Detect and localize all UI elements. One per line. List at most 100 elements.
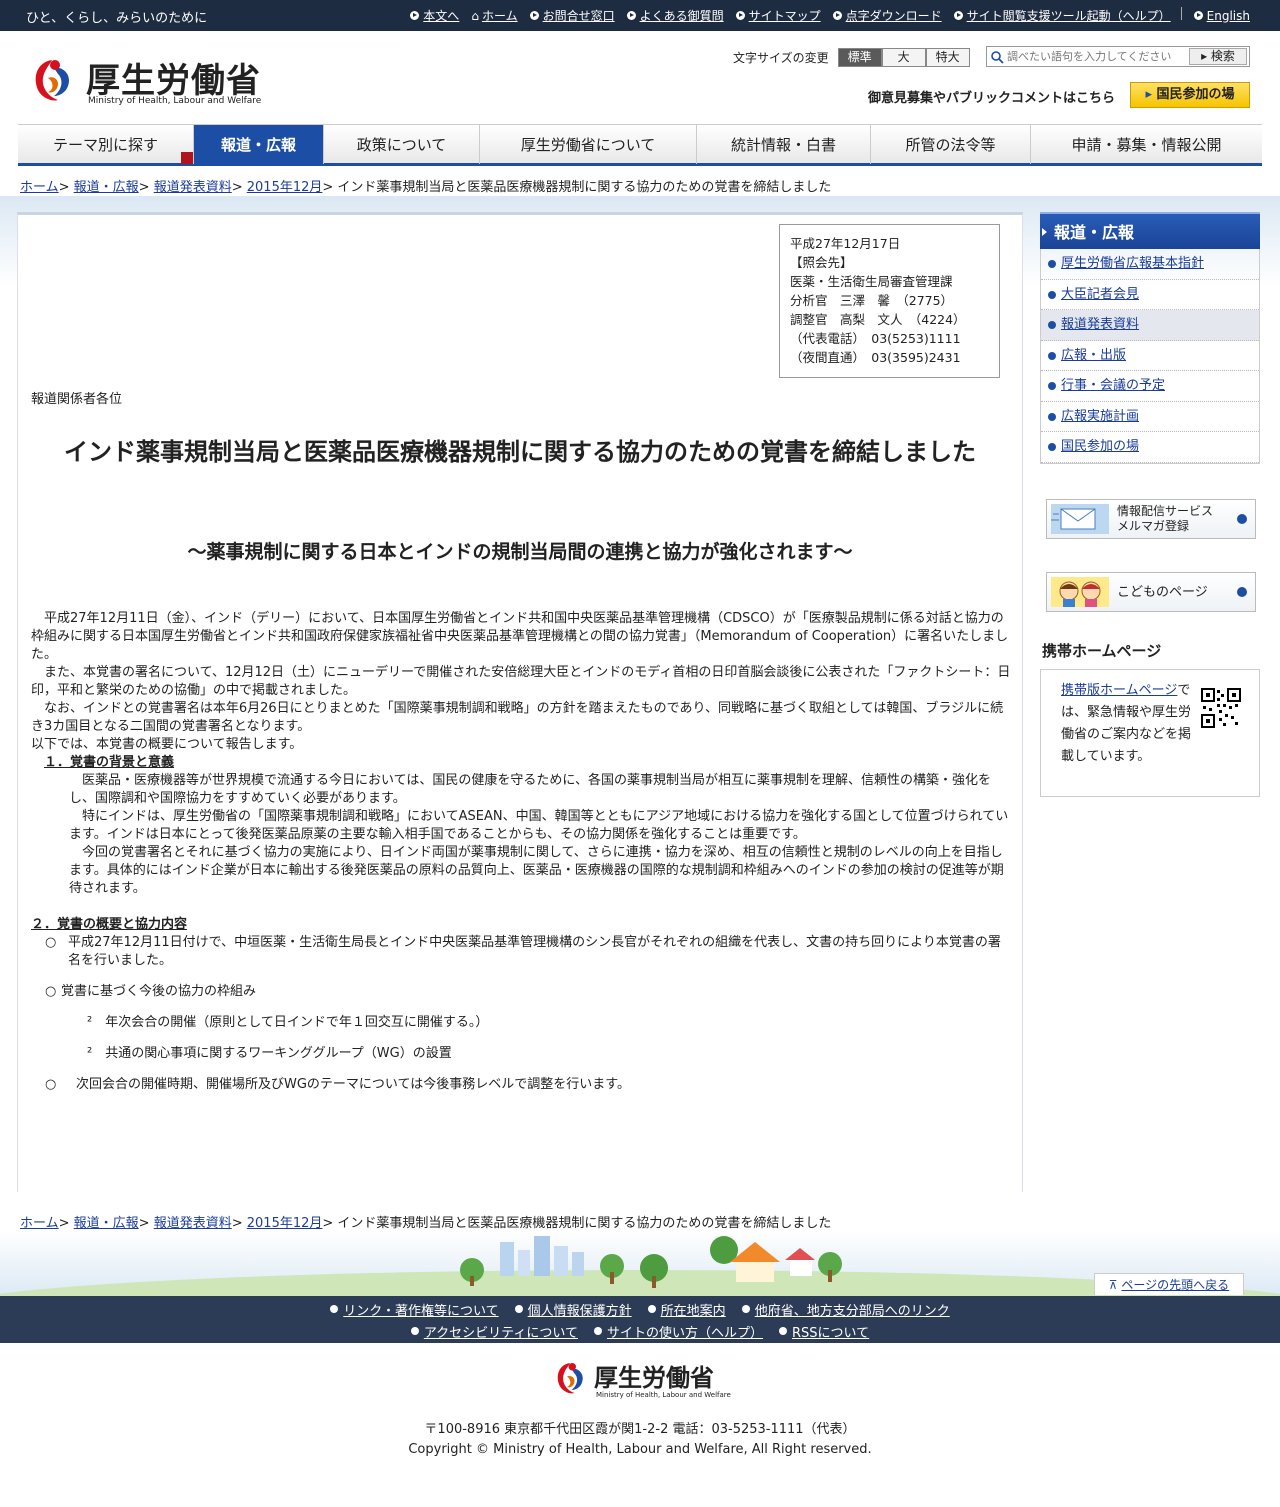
paragraph-3: なお、インドとの覚書署名は本年6月26日にとりまとめた「国際薬事規制調和戦略」の… [31, 701, 1004, 734]
arrow-icon [832, 11, 842, 20]
kokumin-participation-button[interactable]: ▸ 国民参加の場 [1130, 82, 1250, 108]
section-1-paragraph-2: 特にインドは、厚生労働省の「国際薬事規制調和戦略」においてASEAN、中国、韓国… [69, 809, 1009, 842]
section-2-heading: ２．覚書の概要と協力内容 [31, 917, 188, 932]
font-size-standard-button[interactable]: 標準 [837, 48, 882, 67]
sidebar-item-press-conference[interactable]: 大臣記者会見 [1041, 280, 1259, 310]
font-size-large-button[interactable]: 大 [881, 48, 926, 67]
kids-page-banner[interactable]: こどものページ [1046, 572, 1256, 612]
footer-link-location[interactable]: 所在地案内 [647, 1300, 726, 1319]
nav-item-about[interactable]: 厚生労働省について [480, 125, 697, 164]
search-button-arrow-icon: ▸ [1201, 49, 1208, 63]
footer-link-help[interactable]: サイトの使い方（ヘルプ） [594, 1322, 763, 1341]
sidebar-item-publications[interactable]: 広報・出版 [1041, 341, 1259, 371]
footer-link-copyright[interactable]: リンク・著作権等について [330, 1300, 499, 1319]
mail-banner-line-1: 情報配信サービス [1117, 504, 1214, 518]
arrow-icon [647, 1305, 656, 1313]
mail-magazine-banner[interactable]: 情報配信サービス メルマガ登録 [1046, 499, 1256, 539]
kids-banner-text: こどものページ [1117, 585, 1208, 600]
arrow-icon [330, 1305, 339, 1313]
sidebar-item-pr-plan[interactable]: 広報実施計画 [1041, 402, 1259, 432]
site-logo[interactable]: 厚生労働省 Ministry of Health, Labour and Wel… [28, 53, 268, 109]
bullet-mark: ○ [45, 935, 57, 950]
nav-item-press[interactable]: 報道・広報 [194, 125, 324, 164]
nav-item-policy[interactable]: 政策について [324, 125, 480, 164]
arrow-icon [529, 11, 539, 20]
nav-item-themes[interactable]: テーマ別に探す [18, 125, 194, 164]
contact-phone-night: （夜間直通） 03(3595)2431 [790, 350, 961, 365]
back-to-top-button[interactable]: ⊼ ページの先頭へ戻る [1094, 1273, 1244, 1295]
footer-link-other-ministries[interactable]: 他府省、地方支分部局へのリンク [741, 1300, 950, 1319]
arrow-icon [1193, 11, 1203, 20]
ministry-logo-icon [35, 60, 70, 101]
home-icon: ⌂ [471, 8, 479, 23]
public-comment-link[interactable]: 御意見募集やパブリックコメントはこちら [868, 87, 1115, 106]
breadcrumb-press[interactable]: 報道・広報 [74, 1216, 139, 1231]
arrow-icon [741, 1305, 750, 1313]
search-button[interactable]: ▸ 検索 [1189, 48, 1247, 65]
paragraph-1: 平成27年12月11日（金）、インド（デリー）において、日本国厚生労働省とインド… [31, 611, 1009, 662]
breadcrumb-month[interactable]: 2015年12月 [247, 180, 323, 195]
sidebar-item-events[interactable]: 行事・会議の予定 [1041, 371, 1259, 402]
utility-link-sitemap[interactable]: サイトマップ [735, 7, 821, 24]
utility-link-braille[interactable]: 点字ダウンロード [832, 7, 942, 24]
contact-division: 医薬・生活衛生局審査管理課 [790, 274, 953, 289]
arrow-icon [1237, 514, 1247, 524]
utility-link-contact[interactable]: お問合せ窓口 [529, 7, 615, 24]
back-to-top-label: ページの先頭へ戻る [1121, 1278, 1230, 1292]
breadcrumb-bottom: ホーム> 報道・広報> 報道発表資料> 2015年12月> インド薬事規制当局と… [20, 1216, 832, 1231]
tagline: ひと、くらし、みらいのために [26, 11, 208, 26]
paragraph-4: 以下では、本覚書の概要について報告します。 [31, 737, 303, 752]
copyright-line: Copyright © Ministry of Health, Labour a… [408, 1442, 872, 1457]
utility-link-home[interactable]: ⌂ ホーム [471, 7, 517, 24]
footer-logo-subtext: Ministry of Health, Labour and Welfare [596, 1391, 731, 1399]
breadcrumb-month[interactable]: 2015年12月 [247, 1216, 323, 1231]
mail-banner-line-2: メルマガ登録 [1117, 519, 1190, 533]
mobile-link[interactable]: 携帯版ホームページ [1061, 683, 1177, 698]
site-header: 厚生労働省 Ministry of Health, Labour and Wel… [0, 31, 1280, 124]
page-subtitle: ～薬事規制に関する日本とインドの規制当局間の連携と協力が強化されます～ [187, 541, 853, 563]
nav-item-laws[interactable]: 所管の法令等 [871, 125, 1031, 164]
section-2-sub-2: ² 共通の関心事項に関するワーキンググループ（WG）の設置 [31, 1045, 1011, 1063]
nav-item-statistics[interactable]: 統計情報・白書 [697, 125, 871, 164]
breadcrumb-press[interactable]: 報道・広報 [74, 180, 139, 195]
footer-link-rss[interactable]: RSSについて [779, 1322, 869, 1341]
sidebar-item-pr-policy[interactable]: 厚生労働省広報基本指針 [1041, 249, 1259, 280]
sidebar: 報道・広報 厚生労働省広報基本指針 大臣記者会見 報道発表資料 広報・出版 行事… [1040, 212, 1260, 464]
mobile-box: 携帯版ホームページでは、緊急情報や厚生労働省のご案内などを掲載しています。 [1040, 669, 1260, 797]
footer-links: リンク・著作権等について 個人情報保護方針 所在地案内 他府省、地方支分部局への… [0, 1296, 1280, 1343]
breadcrumb-releases[interactable]: 報道発表資料 [154, 1216, 232, 1231]
sidebar-item-participation[interactable]: 国民参加の場 [1041, 432, 1259, 463]
recipients-line: 報道関係者各位 [31, 392, 123, 407]
footer-scenery [0, 1230, 1280, 1296]
utility-link-english[interactable]: English [1193, 7, 1250, 24]
contact-date: 平成27年12月17日 [790, 236, 901, 251]
search-input[interactable] [1007, 48, 1185, 65]
section-1-paragraph-3: 今回の覚書署名とそれに基づく協力の実施により、日インド両国が薬事規制に関して、さ… [69, 845, 1004, 896]
nav-item-applications[interactable]: 申請・募集・情報公開 [1031, 125, 1262, 164]
utility-link-support-tool[interactable]: サイト閲覧支援ツール起動（ヘルプ） [953, 7, 1171, 24]
sidebar-item-press-releases[interactable]: 報道発表資料 [1041, 310, 1259, 341]
section-2-bullet-2: ○ 覚書に基づく今後の協力の枠組み [31, 983, 1011, 1001]
breadcrumb-home[interactable]: ホーム [20, 1216, 59, 1231]
utility-links: 本文へ ⌂ ホーム お問合せ窓口 よくある御質問 サイトマップ 点字ダウンロード … [398, 7, 1250, 24]
footer-logo: 厚生労働省 Ministry of Health, Labour and Wel… [552, 1358, 732, 1402]
breadcrumb-home[interactable]: ホーム [20, 180, 59, 195]
sidebar-menu: 厚生労働省広報基本指針 大臣記者会見 報道発表資料 広報・出版 行事・会議の予定… [1040, 249, 1260, 464]
footer-links-row-2: アクセシビリティについて サイトの使い方（ヘルプ） RSSについて [0, 1320, 1280, 1342]
footer-link-accessibility[interactable]: アクセシビリティについて [410, 1322, 578, 1341]
divider [1180, 7, 1182, 20]
footer-link-privacy[interactable]: 個人情報保護方針 [514, 1300, 632, 1319]
sidebar-heading[interactable]: 報道・広報 [1040, 212, 1260, 249]
arrow-icon [953, 11, 963, 20]
mobile-heading: 携帯ホームページ [1042, 642, 1162, 660]
arrow-icon [1237, 587, 1247, 597]
sub-mark: ² [87, 1015, 93, 1030]
utility-link-skip[interactable]: 本文へ [410, 7, 459, 24]
ministry-logo-icon [557, 1363, 583, 1394]
font-size-xlarge-button[interactable]: 特大 [925, 48, 970, 67]
breadcrumb-releases[interactable]: 報道発表資料 [154, 180, 232, 195]
article-body: 平成27年12月11日（金）、インド（デリー）において、日本国厚生労働省とインド… [31, 610, 1011, 1094]
utility-link-faq[interactable]: よくある御質問 [626, 7, 724, 24]
